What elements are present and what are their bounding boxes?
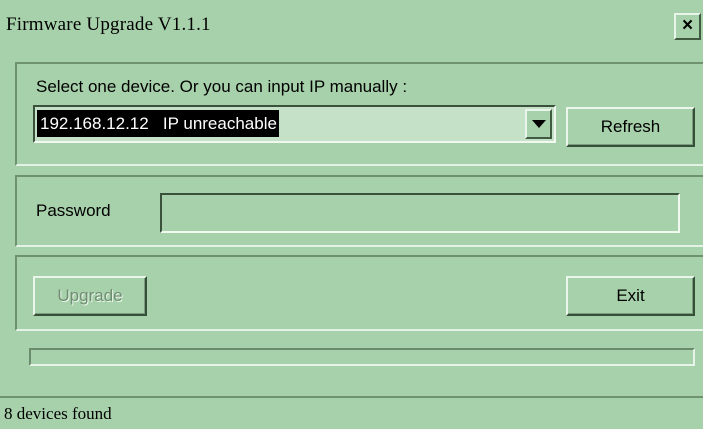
close-icon: × (681, 15, 694, 36)
window-title: Firmware Upgrade V1.1.1 (6, 14, 211, 35)
device-select-prompt: Select one device. Or you can input IP m… (36, 77, 408, 96)
device-combobox[interactable]: 192.168.12.12 IP unreachable (33, 105, 556, 143)
firmware-upgrade-window: Firmware Upgrade V1.1.1 × Select one dev… (0, 0, 703, 429)
password-label: Password (36, 201, 111, 220)
status-bar: 8 devices found (0, 396, 703, 429)
upgrade-button[interactable]: Upgrade (33, 276, 147, 316)
title-bar[interactable]: Firmware Upgrade V1.1.1 × (0, 0, 703, 45)
device-combobox-value[interactable]: 192.168.12.12 IP unreachable (37, 110, 279, 137)
refresh-button[interactable]: Refresh (566, 107, 695, 147)
close-button[interactable]: × (674, 13, 701, 40)
device-dropdown-button[interactable] (525, 109, 552, 139)
password-field[interactable] (160, 193, 680, 233)
upgrade-progress-bar (29, 348, 695, 366)
exit-button[interactable]: Exit (566, 276, 695, 316)
status-text: 8 devices found (4, 404, 112, 423)
chevron-down-icon (532, 120, 546, 128)
